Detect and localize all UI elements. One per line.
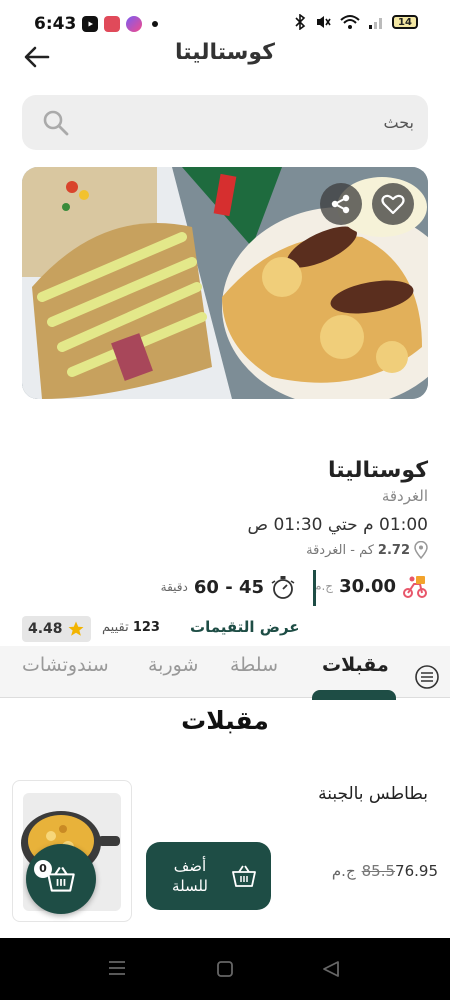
- search-icon[interactable]: [42, 109, 70, 137]
- menu-icon[interactable]: [414, 664, 440, 690]
- restaurant-location: 2.72 كم - الغردقة: [22, 541, 428, 559]
- star-icon: [68, 621, 84, 636]
- product-name: بطاطس بالجبنة: [318, 784, 428, 804]
- app-header: كوستاليتا: [0, 36, 450, 76]
- delivery-time: 45 - 60 دقيقة: [161, 574, 296, 600]
- status-time: 6:43: [34, 14, 77, 34]
- rating-badge: 4.48: [22, 616, 91, 642]
- restaurant-page: 6:43 14 كوستاليتا بحث كوستاليتا الغردقة …: [0, 0, 450, 1000]
- bluetooth-icon: [295, 14, 306, 30]
- active-tab-indicator: [312, 690, 396, 700]
- rating-value: 4.48: [28, 621, 63, 637]
- recent-apps-icon[interactable]: [108, 960, 126, 976]
- delivery-time-unit: دقيقة: [160, 580, 188, 594]
- category-tabs: مقبلات سلطة شوربة سندوتشات: [0, 646, 450, 700]
- restaurant-info: كوستاليتا الغردقة 01:00 م حتي 01:30 ص 2.…: [22, 458, 428, 559]
- add-to-cart-label: أضف للسلة: [172, 857, 208, 895]
- wifi-icon: [340, 15, 360, 29]
- share-button[interactable]: [320, 183, 362, 225]
- system-nav-bar: [0, 938, 450, 1000]
- recorder-icon: [104, 16, 120, 32]
- restaurant-city: الغردقة: [381, 487, 428, 505]
- delivery-scooter-icon: [403, 576, 427, 598]
- more-notifications-dot: [152, 21, 158, 27]
- stopwatch-icon: [271, 576, 295, 599]
- notification-icons: [82, 16, 158, 32]
- delivery-fee: 30.00 ج.م: [314, 574, 428, 598]
- mute-icon: [317, 16, 331, 28]
- system-icons: 14: [294, 14, 418, 30]
- tab-salad[interactable]: سلطة: [230, 654, 278, 676]
- signal-icon: [369, 18, 382, 29]
- food-photo: [22, 167, 428, 399]
- messenger-icon: [126, 16, 142, 32]
- review-count-label: تقييم: [102, 620, 129, 635]
- meta-divider: [313, 570, 316, 606]
- battery-icon: 14: [392, 15, 418, 29]
- delivery-fee-currency: ج.م: [314, 579, 334, 593]
- cart-count-badge: 0: [34, 860, 52, 878]
- review-count-value: 123: [132, 620, 160, 635]
- product-currency: ج.م: [331, 862, 356, 880]
- review-count: 123 تقييم: [102, 620, 160, 635]
- opening-hours: 01:00 م حتي 01:30 ص: [247, 515, 428, 535]
- tab-sandwiches[interactable]: سندوتشات: [22, 654, 109, 676]
- home-icon[interactable]: [216, 960, 234, 978]
- tab-appetizers[interactable]: مقبلات: [322, 654, 389, 676]
- search-bar[interactable]: [22, 95, 428, 150]
- section-title: مقبلات: [181, 706, 269, 735]
- cart-fab[interactable]: 0: [26, 844, 96, 914]
- page-title: كوستاليتا: [175, 40, 275, 65]
- basket-icon: [232, 865, 256, 887]
- restaurant-cover-image: [22, 167, 428, 399]
- back-nav-icon[interactable]: [322, 960, 340, 978]
- product-old-price: 85.5: [361, 862, 396, 880]
- add-to-cart-button[interactable]: أضف للسلة: [146, 842, 271, 910]
- rating-row: 4.48 123 تقييم عرض التقيمات: [22, 616, 428, 644]
- delivery-fee-value: 30.00: [339, 575, 396, 597]
- tab-soup[interactable]: شوربة: [148, 654, 198, 676]
- distance-value: 2.72: [377, 542, 410, 558]
- heart-icon: [381, 194, 405, 215]
- battery-level: 14: [398, 16, 412, 28]
- restaurant-name: كوستاليتا: [328, 458, 428, 483]
- product-current-price: 76.95: [395, 862, 438, 880]
- delivery-info: 30.00 ج.م 45 - 60 دقيقة: [22, 570, 428, 608]
- favorite-button[interactable]: [372, 183, 414, 225]
- product-price: ج.م 85.576.95: [332, 862, 438, 880]
- search-input[interactable]: [98, 95, 428, 150]
- share-icon: [331, 194, 350, 214]
- delivery-time-value: 45 - 60: [193, 576, 264, 598]
- distance-text: كم - الغردقة: [306, 542, 374, 558]
- youtube-icon: [82, 16, 98, 32]
- location-pin-icon: [414, 541, 428, 559]
- view-reviews-link[interactable]: عرض التقيمات: [190, 618, 300, 636]
